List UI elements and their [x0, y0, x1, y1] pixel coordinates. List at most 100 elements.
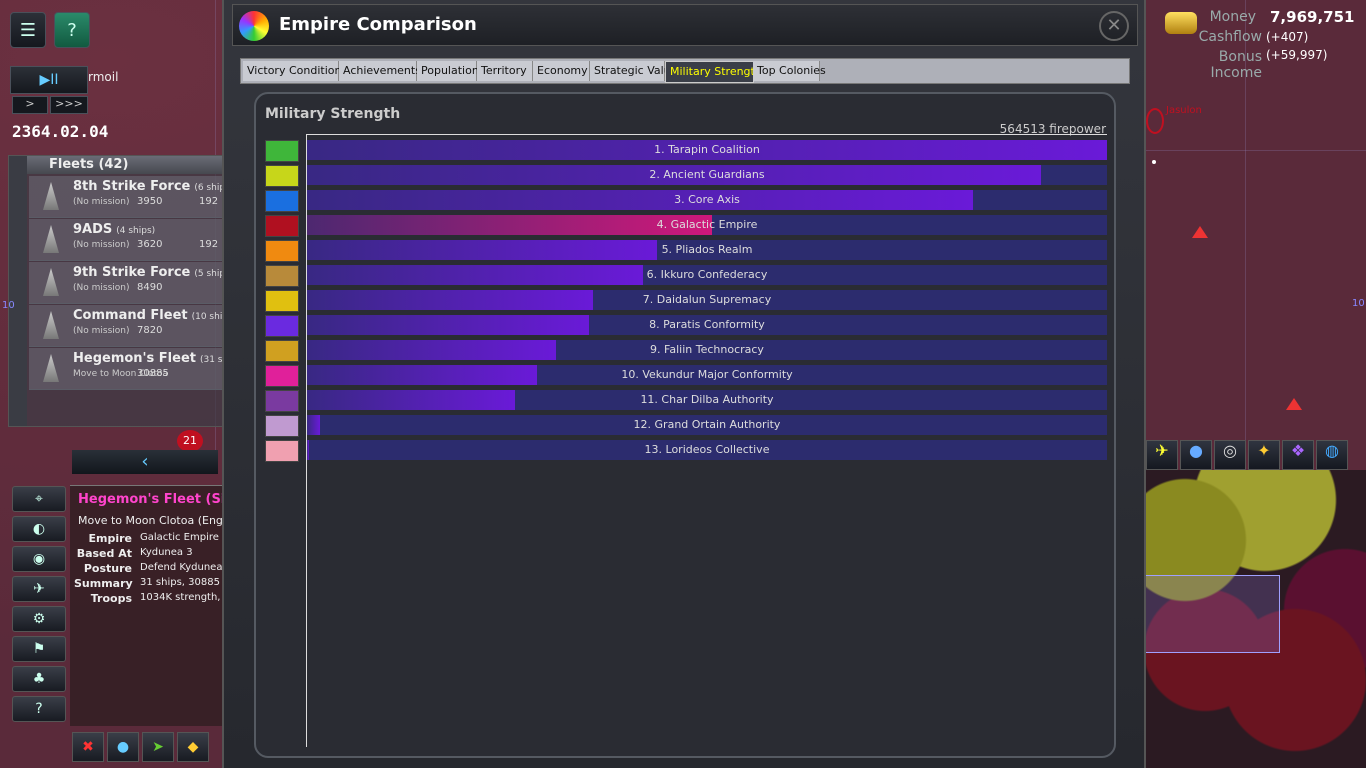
tab-strategic-value[interactable]: Strategic Value	[590, 61, 677, 81]
speed-slow-button[interactable]: >	[12, 96, 48, 114]
empire-bar-row[interactable]: 1. Tarapin Coalition	[307, 140, 1107, 160]
play-pause-button[interactable]: ▶II	[10, 66, 88, 94]
move-button[interactable]: ✈	[12, 576, 66, 602]
fleet-ship-icon	[43, 311, 59, 339]
game-date: 2364.02.04	[12, 122, 109, 141]
settings-button[interactable]: ⚙	[12, 606, 66, 632]
empire-name-label: 5. Pliados Realm	[661, 243, 753, 256]
troops-label: Troops	[90, 592, 132, 605]
fuel-button[interactable]: ●	[107, 732, 139, 762]
colony-button[interactable]: ◆	[177, 732, 209, 762]
empire-name-label: 12. Grand Ortain Authority	[633, 418, 781, 431]
collapse-arrow-button[interactable]: ‹	[72, 450, 218, 474]
empire-bar-row[interactable]: 8. Paratis Conformity	[307, 315, 1107, 335]
lock-target-button[interactable]: ⌖	[12, 486, 66, 512]
speed-fast-button[interactable]: >>>	[50, 96, 88, 114]
fleets-header[interactable]: Fleets (42)	[9, 156, 223, 174]
empire-name-label: 2. Ancient Guardians	[649, 168, 765, 181]
enemy-marker[interactable]	[1192, 226, 1208, 238]
tab-top-colonies[interactable]: Top Colonies	[753, 61, 826, 81]
fleet-extra-value: 192	[199, 239, 219, 250]
fleet-row[interactable]: 8th Strike Force (6 ships) (No mission) 395…	[29, 176, 233, 218]
flag-icon: ⚑	[32, 641, 46, 657]
empire-name-label: 10. Vekundur Major Conformity	[621, 368, 793, 381]
tab-population[interactable]: Population	[417, 61, 479, 81]
ring-icon: ◎	[1223, 441, 1237, 460]
tree-button[interactable]: ♣	[12, 666, 66, 692]
disband-button[interactable]: ✖	[72, 732, 104, 762]
minimap-nebula-filter[interactable]: ❖	[1282, 440, 1314, 470]
bonus-income-value: (+59,997)	[1266, 48, 1328, 62]
minimap-planet-filter[interactable]: ●	[1180, 440, 1212, 470]
x-icon: ✖	[82, 739, 94, 755]
empire-flag-icon	[265, 190, 299, 212]
tab-achievements[interactable]: Achievements	[339, 61, 421, 81]
query-button[interactable]: ?	[12, 696, 66, 722]
empire-name-label: 7. Daidalun Supremacy	[642, 293, 772, 306]
fleet-ship-icon	[43, 182, 59, 210]
empire-bar-row[interactable]: 3. Core Axis	[307, 190, 1107, 210]
empire-bar-row[interactable]: 10. Vekundur Major Conformity	[307, 365, 1107, 385]
empire-bar-row[interactable]: 12. Grand Ortain Authority	[307, 415, 1107, 435]
tab-economy[interactable]: Economy	[533, 61, 590, 81]
empire-flag-icon	[265, 315, 299, 337]
minimap-ship-filter[interactable]: ✈	[1146, 440, 1178, 470]
minimap-viewport[interactable]	[1145, 575, 1280, 653]
fleet-row[interactable]: Command Fleet (10 ships) (No mission) 7820	[29, 305, 236, 347]
moon-button[interactable]: ◐	[12, 516, 66, 542]
flag-button[interactable]: ⚑	[12, 636, 66, 662]
empire-flag-icon	[265, 415, 299, 437]
empire-bar-row[interactable]: 13. Lorideos Collective	[307, 440, 1107, 460]
minimap-light-filter[interactable]: ✦	[1248, 440, 1280, 470]
fleet-row[interactable]: 9ADS (4 ships) (No mission) 3620 192	[29, 219, 223, 261]
empire-bar-row[interactable]: 6. Ikkuro Confederacy	[307, 265, 1107, 285]
fleet-ship-icon	[43, 225, 59, 253]
ship-icon: ➤	[152, 739, 164, 755]
view-button[interactable]: ◉	[12, 546, 66, 572]
empire-name-label: 4. Galactic Empire	[656, 218, 758, 231]
empire-bar-row[interactable]: 4. Galactic Empire	[307, 215, 1107, 235]
tab-territory[interactable]: Territory	[477, 61, 533, 81]
fleet-firepower: 8490	[137, 282, 163, 293]
tab-military-strength[interactable]: Military Strength	[665, 61, 762, 83]
empire-name-label: 13. Lorideos Collective	[644, 443, 770, 456]
fleet-firepower: 3620	[137, 239, 163, 250]
ship-icon: ✈	[1155, 441, 1169, 460]
empire-bar-row[interactable]: 9. Faliin Technocracy	[307, 340, 1107, 360]
empire-bar-row[interactable]: 2. Ancient Guardians	[307, 165, 1107, 185]
empire-bar-row[interactable]: 7. Daidalun Supremacy	[307, 290, 1107, 310]
minimap-globe-filter[interactable]: ◍	[1316, 440, 1348, 470]
menu-button[interactable]: ☰	[10, 12, 46, 48]
alert-badge[interactable]: 21	[177, 430, 203, 452]
help-button[interactable]: ?	[54, 12, 90, 48]
empire-bar-row[interactable]: 11. Char Dilba Authority	[307, 390, 1107, 410]
fleets-panel: Fleets (42) 8th Strike Force (6 ships) (No…	[8, 155, 245, 427]
tab-victory-conditions[interactable]: Victory Conditions	[243, 61, 347, 81]
enemy-marker[interactable]	[1286, 398, 1302, 410]
ship-list[interactable]	[138, 610, 218, 716]
ship-button[interactable]: ➤	[142, 732, 174, 762]
fleet-name: 8th Strike Force (6 ships)	[73, 179, 234, 194]
empire-flag-icon	[265, 290, 299, 312]
fleet-filter-column[interactable]	[9, 156, 27, 426]
empire-comparison-dialog: Empire Comparison ✕ Victory Conditions Ac…	[222, 0, 1146, 768]
fleet-row[interactable]: 9th Strike Force (5 ships) (No mission) 849…	[29, 262, 233, 304]
planet-icon: ◆	[187, 739, 199, 755]
grid-label-left: 10	[2, 300, 15, 311]
summary-value: 31 ships, 30885	[140, 577, 220, 588]
minimap-ring-filter[interactable]: ◎	[1214, 440, 1246, 470]
drop-icon: ●	[116, 739, 130, 755]
comparison-tabs: Victory Conditions Achievements Population…	[240, 58, 1130, 84]
summary-label: Summary	[74, 577, 133, 590]
system-name[interactable]: Jasulon	[1166, 105, 1202, 116]
fleet-row[interactable]: Hegemon's Fleet(31 ships)Move to Moon Cl…	[29, 348, 245, 390]
star[interactable]	[1152, 160, 1156, 164]
dialog-titlebar: Empire Comparison ✕	[232, 4, 1138, 46]
fleet-mission: (No mission)	[73, 283, 130, 293]
minimap[interactable]	[1145, 470, 1366, 768]
system-marker[interactable]	[1146, 108, 1164, 134]
close-button[interactable]: ✕	[1099, 11, 1129, 41]
empire-flag-icon	[265, 340, 299, 362]
empire-bar-row[interactable]: 5. Pliados Realm	[307, 240, 1107, 260]
panel-title: Military Strength	[265, 106, 401, 122]
